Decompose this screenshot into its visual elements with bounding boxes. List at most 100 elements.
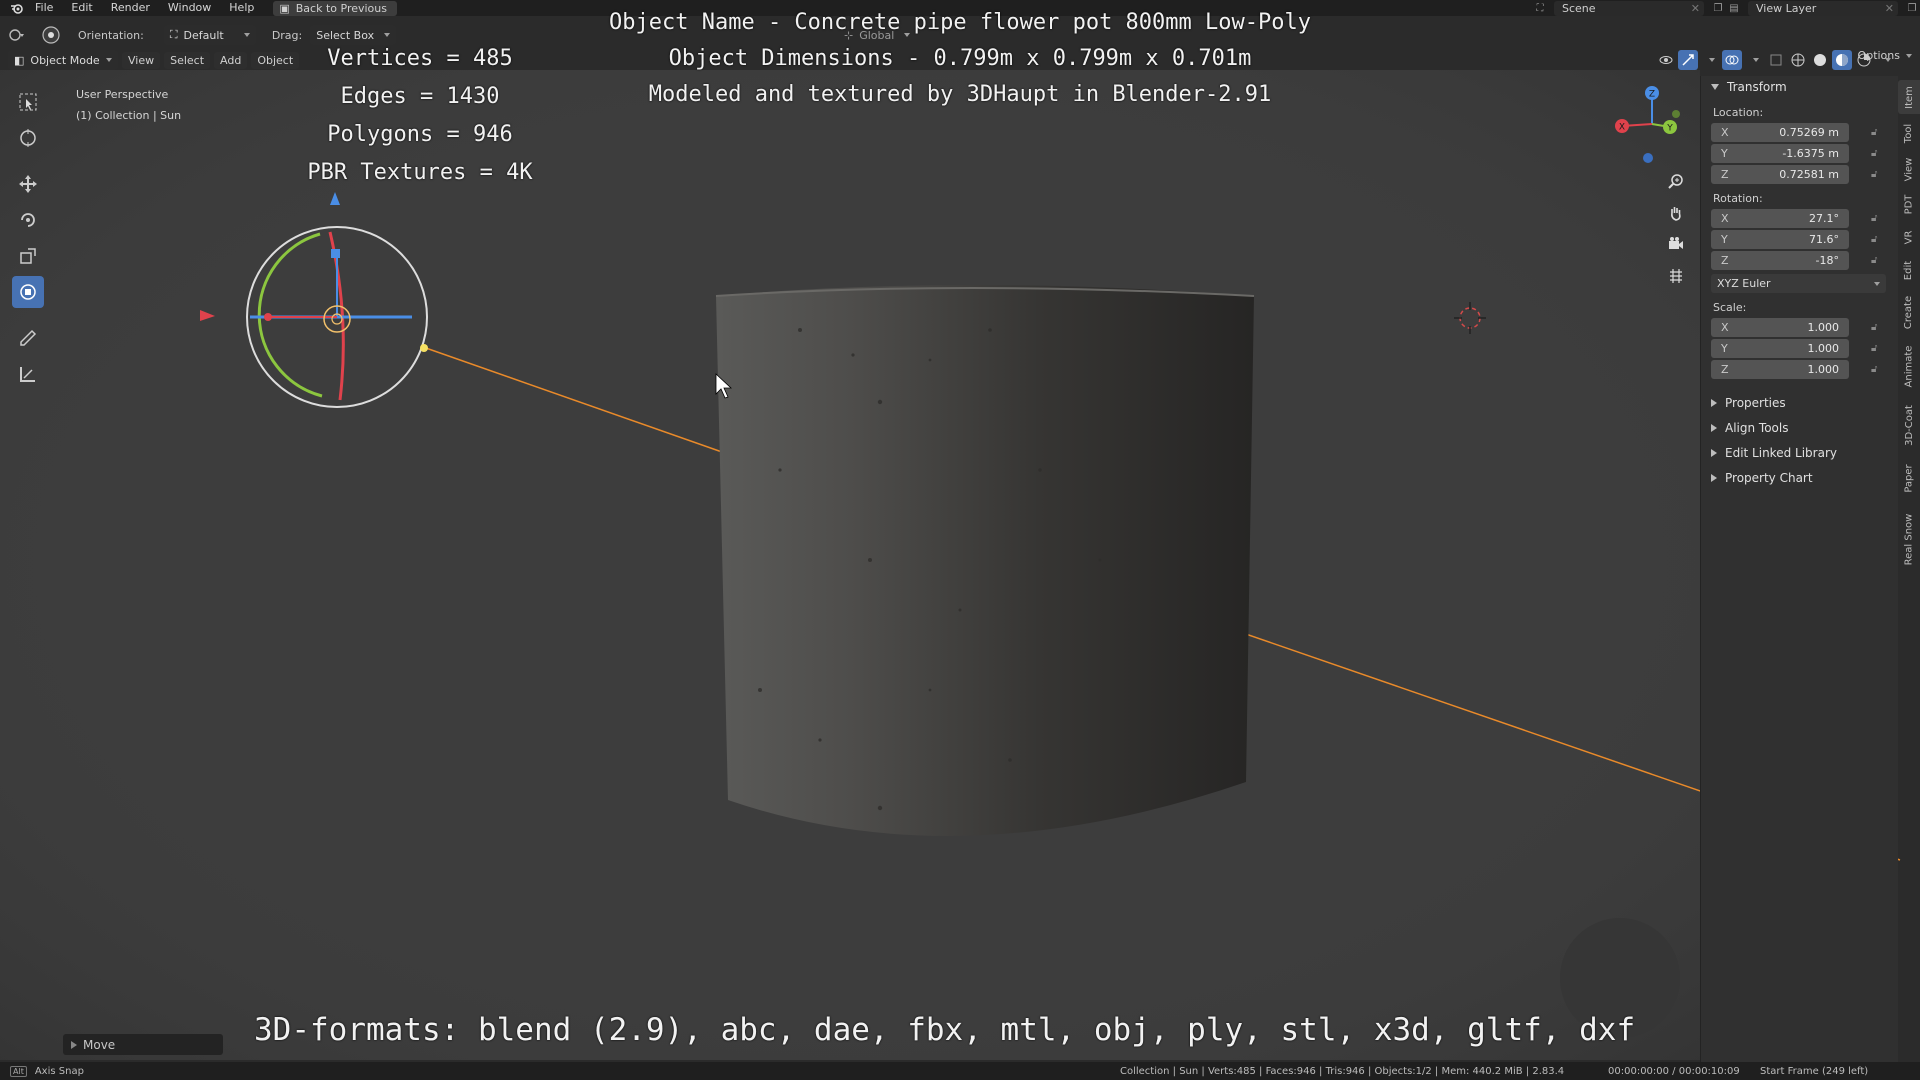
rotation-x-field[interactable]: X 27.1° bbox=[1711, 208, 1849, 228]
rotation-y-field[interactable]: Y 71.6° bbox=[1711, 229, 1849, 249]
scale-label: Scale: bbox=[1713, 301, 1747, 314]
pan-hand-icon[interactable] bbox=[1662, 199, 1690, 227]
textures-stat: PBR Textures = 4K bbox=[307, 160, 533, 185]
sidebar-n-panel: Transform Location: X 0.75269 m 🔓︎ Y -1.63… bbox=[1700, 76, 1898, 1076]
tab-pdt[interactable]: PDT bbox=[1898, 188, 1920, 220]
transform-tool[interactable] bbox=[12, 276, 44, 308]
neg-y-axis-handle bbox=[1672, 110, 1680, 118]
scene-statistics: Collection | Sun | Verts:485 | Faces:946… bbox=[1120, 1065, 1565, 1077]
viewport-info: User Perspective (1) Collection | Sun bbox=[76, 84, 181, 126]
camera-view-icon[interactable] bbox=[1662, 230, 1690, 258]
status-bar: Alt Axis Snap Collection | Sun | Verts:4… bbox=[0, 1062, 1920, 1080]
scale-y-field[interactable]: Y 1.000 bbox=[1711, 338, 1849, 358]
tab-tool[interactable]: Tool bbox=[1898, 116, 1920, 150]
active-collection-label: (1) Collection | Sun bbox=[76, 109, 182, 122]
tab-animate[interactable]: Animate bbox=[1898, 338, 1920, 394]
scale-icon bbox=[20, 248, 36, 264]
tab-item[interactable]: Item bbox=[1898, 80, 1920, 114]
select-box-icon bbox=[19, 93, 37, 111]
neg-z-axis-handle bbox=[1643, 153, 1653, 163]
align-tools-panel-header[interactable]: Align Tools bbox=[1701, 415, 1898, 440]
ortho-toggle-icon[interactable] bbox=[1662, 262, 1690, 290]
chevron-down-icon[interactable] bbox=[1876, 50, 1896, 70]
tab-3d-coat[interactable]: 3D-Coat bbox=[1898, 396, 1920, 454]
chevron-down-icon[interactable] bbox=[1744, 50, 1764, 70]
properties-panel-header[interactable]: Properties bbox=[1701, 390, 1898, 415]
scale-tool[interactable] bbox=[12, 240, 44, 272]
modeled-by-line: Modeled and textured by 3DHaupt in Blend… bbox=[648, 82, 1272, 107]
rotation-z-field[interactable]: Z -18° bbox=[1711, 250, 1849, 270]
rendered-shading-icon[interactable] bbox=[1854, 50, 1874, 70]
expand-icon bbox=[1711, 423, 1717, 432]
lock-icon[interactable]: 🔓︎ bbox=[1871, 169, 1883, 180]
formats-overlay: 3D-formats: blend (2.9), abc, dae, fbx, … bbox=[254, 1012, 1636, 1048]
move-tool[interactable] bbox=[12, 168, 44, 200]
rotation-mode-value: XYZ Euler bbox=[1717, 277, 1771, 290]
scale-x-field[interactable]: X 1.000 bbox=[1711, 317, 1849, 337]
scale-x-row: X 1.000 🔓︎ bbox=[1701, 317, 1898, 337]
tab-real-snow[interactable]: Real Snow bbox=[1898, 502, 1920, 576]
tab-view[interactable]: View bbox=[1898, 152, 1920, 186]
object-info-overlay: Object Name - Concrete pipe flower pot 8… bbox=[560, 5, 1360, 113]
lock-icon[interactable]: 🔓︎ bbox=[1871, 364, 1883, 375]
tab-edit[interactable]: Edit bbox=[1898, 254, 1920, 286]
expand-icon bbox=[71, 1040, 77, 1049]
chevron-down-icon[interactable] bbox=[1700, 50, 1720, 70]
lock-icon[interactable]: 🔓︎ bbox=[1871, 343, 1883, 354]
lock-icon[interactable]: 🔓︎ bbox=[1871, 234, 1883, 245]
lock-icon[interactable]: 🔓︎ bbox=[1871, 255, 1883, 266]
viewport-shading-controls bbox=[1656, 49, 1896, 71]
rotate-tool[interactable] bbox=[12, 204, 44, 236]
scale-z-row: Z 1.000 🔓︎ bbox=[1701, 359, 1898, 379]
rotate-icon bbox=[21, 213, 35, 227]
transform-panel-header[interactable]: Transform bbox=[1701, 76, 1898, 98]
lock-icon[interactable]: 🔓︎ bbox=[1871, 148, 1883, 159]
collapse-icon bbox=[1711, 84, 1719, 90]
expand-icon bbox=[1711, 448, 1717, 457]
lock-icon[interactable]: 🔓︎ bbox=[1871, 213, 1883, 224]
select-box-tool[interactable] bbox=[12, 86, 44, 118]
scale-y-row: Y 1.000 🔓︎ bbox=[1701, 338, 1898, 358]
property-chart-panel-header[interactable]: Property Chart bbox=[1701, 465, 1898, 490]
tab-paper[interactable]: Paper bbox=[1898, 456, 1920, 500]
rotation-y-row: Y 71.6° 🔓︎ bbox=[1701, 229, 1898, 249]
lock-icon[interactable]: 🔓︎ bbox=[1871, 127, 1883, 138]
vertices-stat: Vertices = 485 bbox=[327, 46, 513, 71]
object-dimensions-line: Object Dimensions - 0.799m x 0.799m x 0.… bbox=[668, 46, 1252, 71]
tab-vr[interactable]: VR bbox=[1898, 222, 1920, 252]
axis-snap-hint: Axis Snap bbox=[34, 1065, 84, 1077]
scale-z-field[interactable]: Z 1.000 bbox=[1711, 359, 1849, 379]
location-z-field[interactable]: Z 0.72581 m bbox=[1711, 164, 1849, 184]
measure-icon bbox=[20, 367, 35, 382]
tab-create[interactable]: Create bbox=[1898, 288, 1920, 336]
xray-toggle-icon[interactable] bbox=[1766, 50, 1786, 70]
location-x-row: X 0.75269 m 🔓︎ bbox=[1701, 122, 1898, 142]
gizmo-toggle-icon[interactable] bbox=[1678, 50, 1698, 70]
rotation-label: Rotation: bbox=[1713, 192, 1763, 205]
rotation-z-row: Z -18° 🔓︎ bbox=[1701, 250, 1898, 270]
location-y-field[interactable]: Y -1.6375 m bbox=[1711, 143, 1849, 163]
zoom-icon[interactable] bbox=[1662, 168, 1690, 196]
chevron-down-icon bbox=[1874, 281, 1880, 286]
lock-icon[interactable]: 🔓︎ bbox=[1871, 322, 1883, 333]
cursor-tool[interactable] bbox=[12, 122, 44, 154]
y-axis-label: Y bbox=[1666, 124, 1673, 134]
visibility-icon[interactable] bbox=[1656, 50, 1676, 70]
solid-shading-icon[interactable] bbox=[1810, 50, 1830, 70]
measure-tool[interactable] bbox=[12, 358, 44, 390]
edit-linked-library-panel-header[interactable]: Edit Linked Library bbox=[1701, 440, 1898, 465]
navigation-gizmo[interactable]: Z X Y bbox=[1608, 80, 1696, 168]
annotate-tool[interactable] bbox=[12, 322, 44, 354]
left-toolbar bbox=[12, 86, 44, 390]
rotation-mode-dropdown[interactable]: XYZ Euler bbox=[1711, 274, 1886, 293]
material-preview-shading-icon[interactable] bbox=[1832, 50, 1852, 70]
x-axis-label: X bbox=[1619, 123, 1625, 133]
location-x-field[interactable]: X 0.75269 m bbox=[1711, 122, 1849, 142]
last-operator-panel[interactable]: Move bbox=[63, 1034, 223, 1055]
overlays-toggle-icon[interactable] bbox=[1722, 50, 1742, 70]
concrete-pot-mesh[interactable] bbox=[716, 285, 1254, 836]
alt-key-icon: Alt bbox=[10, 1065, 27, 1077]
location-y-row: Y -1.6375 m 🔓︎ bbox=[1701, 143, 1898, 163]
wireframe-shading-icon[interactable] bbox=[1788, 50, 1808, 70]
expand-icon bbox=[1711, 398, 1717, 407]
